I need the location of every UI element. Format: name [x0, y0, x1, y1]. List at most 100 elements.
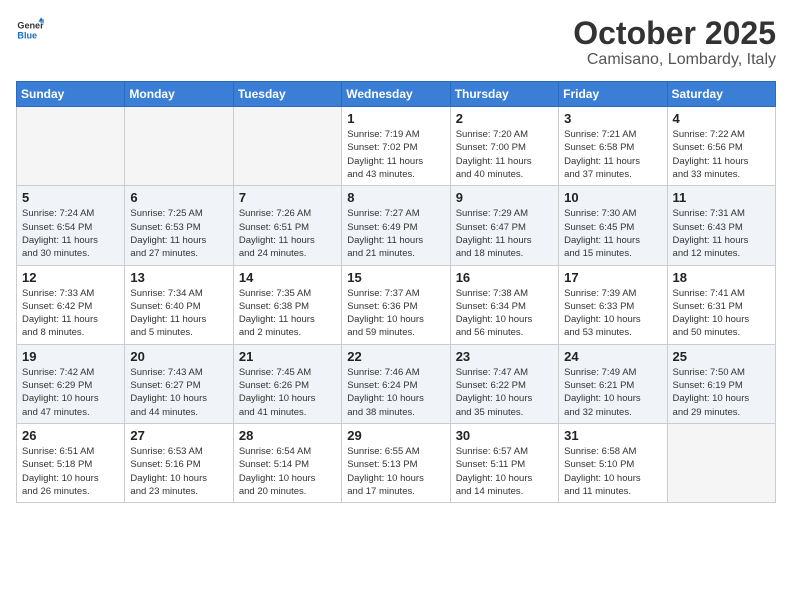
calendar-day-empty — [667, 423, 775, 502]
calendar-day-20: 20Sunrise: 7:43 AM Sunset: 6:27 PM Dayli… — [125, 344, 233, 423]
calendar-day-16: 16 Sunrise: 7:38 AM Sunset: 6:34 PM Dayli… — [450, 265, 558, 344]
calendar-day-1: 1 Sunrise: 7:19 AM Sunset: 7:02 PM Daylig… — [342, 107, 450, 186]
day-info: Sunrise: 7:24 AM Sunset: 6:54 PM Dayligh… — [22, 207, 119, 260]
calendar-day-19: 19 Sunrise: 7:42 AM Sunset: 6:29 PM Dayli… — [17, 344, 125, 423]
calendar-header-row: SundayMondayTuesdayWednesdayThursdayFrid… — [17, 82, 776, 107]
day-number: 3 — [564, 111, 661, 126]
calendar-header-friday: Friday — [559, 82, 667, 107]
day-info: Sunrise: 6:51 AM Sunset: 5:18 PM Dayligh… — [22, 445, 119, 498]
calendar-week-row-5: 26 Sunrise: 6:51 AM Sunset: 5:18 PM Dayli… — [17, 423, 776, 502]
day-number: 10 — [564, 190, 661, 205]
day-info: Sunrise: 6:54 AM Sunset: 5:14 PM Dayligh… — [239, 445, 336, 498]
day-number: 6 — [130, 190, 227, 205]
calendar-header-sunday: Sunday — [17, 82, 125, 107]
day-info: Sunrise: 7:37 AM Sunset: 6:36 PM Dayligh… — [347, 287, 444, 340]
calendar-day-3: 3Sunrise: 7:21 AM Sunset: 6:58 PM Daylig… — [559, 107, 667, 186]
calendar-day-17: 17 Sunrise: 7:39 AM Sunset: 6:33 PM Dayli… — [559, 265, 667, 344]
calendar-day-10: 10 Sunrise: 7:30 AM Sunset: 6:45 PM Dayli… — [559, 186, 667, 265]
day-number: 12 — [22, 270, 119, 285]
day-number: 23 — [456, 349, 553, 364]
day-number: 17 — [564, 270, 661, 285]
day-info: Sunrise: 7:39 AM Sunset: 6:33 PM Dayligh… — [564, 287, 661, 340]
calendar-day-23: 23 Sunrise: 7:47 AM Sunset: 6:22 PM Dayli… — [450, 344, 558, 423]
calendar-week-row-3: 12 Sunrise: 7:33 AM Sunset: 6:42 PM Dayli… — [17, 265, 776, 344]
month-title: October 2025 — [573, 16, 776, 51]
calendar-day-empty — [233, 107, 341, 186]
svg-text:General: General — [17, 21, 44, 31]
day-info: Sunrise: 6:53 AM Sunset: 5:16 PM Dayligh… — [130, 445, 227, 498]
day-number: 4 — [673, 111, 770, 126]
day-info: Sunrise: 7:47 AM Sunset: 6:22 PM Dayligh… — [456, 366, 553, 419]
calendar-day-empty — [125, 107, 233, 186]
day-number: 19 — [22, 349, 119, 364]
day-number: 8 — [347, 190, 444, 205]
calendar-day-25: 25 Sunrise: 7:50 AM Sunset: 6:19 PM Dayli… — [667, 344, 775, 423]
day-number: 31 — [564, 428, 661, 443]
day-number: 24 — [564, 349, 661, 364]
calendar-header-wednesday: Wednesday — [342, 82, 450, 107]
calendar-day-5: 5Sunrise: 7:24 AM Sunset: 6:54 PM Daylig… — [17, 186, 125, 265]
day-info: Sunrise: 6:55 AM Sunset: 5:13 PM Dayligh… — [347, 445, 444, 498]
calendar-day-13: 13 Sunrise: 7:34 AM Sunset: 6:40 PM Dayli… — [125, 265, 233, 344]
calendar-day-28: 28 Sunrise: 6:54 AM Sunset: 5:14 PM Dayli… — [233, 423, 341, 502]
calendar-day-22: 22Sunrise: 7:46 AM Sunset: 6:24 PM Dayli… — [342, 344, 450, 423]
calendar-day-29: 29Sunrise: 6:55 AM Sunset: 5:13 PM Dayli… — [342, 423, 450, 502]
day-info: Sunrise: 7:38 AM Sunset: 6:34 PM Dayligh… — [456, 287, 553, 340]
calendar-day-7: 7 Sunrise: 7:26 AM Sunset: 6:51 PM Daylig… — [233, 186, 341, 265]
calendar-week-row-4: 19 Sunrise: 7:42 AM Sunset: 6:29 PM Dayli… — [17, 344, 776, 423]
calendar-day-empty — [17, 107, 125, 186]
day-info: Sunrise: 7:22 AM Sunset: 6:56 PM Dayligh… — [673, 128, 770, 181]
day-number: 13 — [130, 270, 227, 285]
calendar-header-tuesday: Tuesday — [233, 82, 341, 107]
calendar-day-14: 14Sunrise: 7:35 AM Sunset: 6:38 PM Dayli… — [233, 265, 341, 344]
logo-icon: General Blue — [16, 16, 44, 44]
day-number: 28 — [239, 428, 336, 443]
day-info: Sunrise: 7:25 AM Sunset: 6:53 PM Dayligh… — [130, 207, 227, 260]
calendar-day-21: 21 Sunrise: 7:45 AM Sunset: 6:26 PM Dayli… — [233, 344, 341, 423]
title-area: October 2025 Camisano, Lombardy, Italy — [573, 16, 776, 69]
day-info: Sunrise: 7:50 AM Sunset: 6:19 PM Dayligh… — [673, 366, 770, 419]
day-info: Sunrise: 7:34 AM Sunset: 6:40 PM Dayligh… — [130, 287, 227, 340]
svg-text:Blue: Blue — [17, 30, 37, 40]
day-number: 1 — [347, 111, 444, 126]
day-info: Sunrise: 7:20 AM Sunset: 7:00 PM Dayligh… — [456, 128, 553, 181]
location-title: Camisano, Lombardy, Italy — [573, 51, 776, 69]
day-info: Sunrise: 7:41 AM Sunset: 6:31 PM Dayligh… — [673, 287, 770, 340]
calendar: SundayMondayTuesdayWednesdayThursdayFrid… — [16, 81, 776, 503]
day-number: 9 — [456, 190, 553, 205]
day-info: Sunrise: 7:30 AM Sunset: 6:45 PM Dayligh… — [564, 207, 661, 260]
day-number: 26 — [22, 428, 119, 443]
calendar-day-30: 30 Sunrise: 6:57 AM Sunset: 5:11 PM Dayli… — [450, 423, 558, 502]
day-number: 2 — [456, 111, 553, 126]
calendar-week-row-2: 5Sunrise: 7:24 AM Sunset: 6:54 PM Daylig… — [17, 186, 776, 265]
calendar-day-31: 31 Sunrise: 6:58 AM Sunset: 5:10 PM Dayli… — [559, 423, 667, 502]
calendar-day-18: 18 Sunrise: 7:41 AM Sunset: 6:31 PM Dayli… — [667, 265, 775, 344]
calendar-day-8: 8 Sunrise: 7:27 AM Sunset: 6:49 PM Daylig… — [342, 186, 450, 265]
day-info: Sunrise: 6:57 AM Sunset: 5:11 PM Dayligh… — [456, 445, 553, 498]
day-info: Sunrise: 6:58 AM Sunset: 5:10 PM Dayligh… — [564, 445, 661, 498]
day-number: 11 — [673, 190, 770, 205]
day-info: Sunrise: 7:42 AM Sunset: 6:29 PM Dayligh… — [22, 366, 119, 419]
calendar-day-26: 26 Sunrise: 6:51 AM Sunset: 5:18 PM Dayli… — [17, 423, 125, 502]
day-info: Sunrise: 7:46 AM Sunset: 6:24 PM Dayligh… — [347, 366, 444, 419]
day-number: 16 — [456, 270, 553, 285]
day-info: Sunrise: 7:27 AM Sunset: 6:49 PM Dayligh… — [347, 207, 444, 260]
day-info: Sunrise: 7:19 AM Sunset: 7:02 PM Dayligh… — [347, 128, 444, 181]
header: General Blue October 2025 Camisano, Lomb… — [16, 16, 776, 69]
calendar-day-15: 15 Sunrise: 7:37 AM Sunset: 6:36 PM Dayli… — [342, 265, 450, 344]
calendar-day-11: 11Sunrise: 7:31 AM Sunset: 6:43 PM Dayli… — [667, 186, 775, 265]
calendar-day-27: 27Sunrise: 6:53 AM Sunset: 5:16 PM Dayli… — [125, 423, 233, 502]
day-info: Sunrise: 7:45 AM Sunset: 6:26 PM Dayligh… — [239, 366, 336, 419]
calendar-header-monday: Monday — [125, 82, 233, 107]
day-info: Sunrise: 7:33 AM Sunset: 6:42 PM Dayligh… — [22, 287, 119, 340]
day-info: Sunrise: 7:35 AM Sunset: 6:38 PM Dayligh… — [239, 287, 336, 340]
day-number: 7 — [239, 190, 336, 205]
calendar-day-4: 4 Sunrise: 7:22 AM Sunset: 6:56 PM Daylig… — [667, 107, 775, 186]
day-number: 15 — [347, 270, 444, 285]
day-number: 18 — [673, 270, 770, 285]
day-number: 21 — [239, 349, 336, 364]
day-number: 25 — [673, 349, 770, 364]
day-number: 30 — [456, 428, 553, 443]
day-info: Sunrise: 7:26 AM Sunset: 6:51 PM Dayligh… — [239, 207, 336, 260]
calendar-day-2: 2 Sunrise: 7:20 AM Sunset: 7:00 PM Daylig… — [450, 107, 558, 186]
